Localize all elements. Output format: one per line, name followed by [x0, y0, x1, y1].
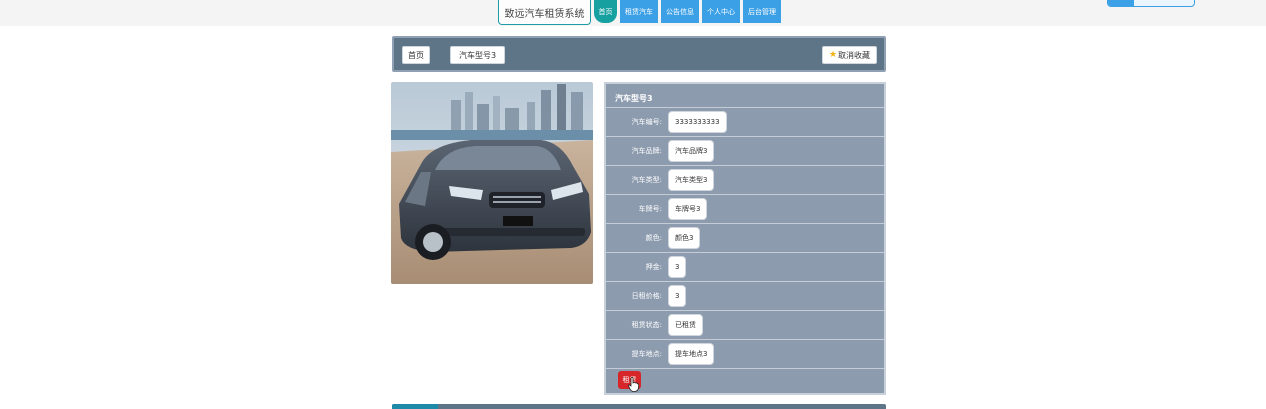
field-label: 颜色: — [645, 234, 662, 242]
action-row — [606, 368, 884, 393]
field-value: 车牌号3 — [668, 198, 708, 220]
unfavorite-button[interactable]: ★ 取消收藏 — [822, 46, 877, 64]
field-value: 汽车类型3 — [668, 169, 715, 191]
unfavorite-label: 取消收藏 — [838, 50, 871, 60]
nav-item-personal-center[interactable]: 个人中心 — [702, 0, 740, 23]
field-row-brand: 汽车品牌: 汽车品牌3 — [606, 136, 884, 165]
star-icon: ★ — [828, 50, 838, 60]
top-navbar: 致远汽车租赁系统 首页 租赁汽车 公告信息 个人中心 后台管理 — [0, 0, 1266, 26]
nav-item-rent-car[interactable]: 租赁汽车 — [620, 0, 658, 23]
field-row-plate: 车牌号: 车牌号3 — [606, 194, 884, 223]
field-label: 租赁状态: — [631, 321, 662, 329]
field-value: 已租赁 — [668, 314, 703, 336]
hand-pointer-icon — [628, 377, 639, 392]
field-label: 提车地点: — [631, 350, 662, 358]
nav-item-admin[interactable]: 后台管理 — [743, 0, 781, 23]
field-value: 提车地点3 — [668, 343, 715, 365]
bottom-tab-bar — [392, 404, 886, 409]
nav-item-announcements[interactable]: 公告信息 — [661, 0, 699, 23]
field-row-daily-price: 日租价格: 3 — [606, 281, 884, 310]
site-title[interactable]: 致远汽车租赁系统 — [498, 0, 591, 25]
field-label: 押金: — [645, 263, 662, 271]
field-row-type: 汽车类型: 汽车类型3 — [606, 165, 884, 194]
field-row-car-number: 汽车编号: 3333333333 — [606, 107, 884, 136]
breadcrumb: 首页 汽车型号3 ★ 取消收藏 — [392, 36, 886, 72]
login-badge — [1108, 0, 1134, 6]
breadcrumb-current: 汽车型号3 — [450, 46, 505, 64]
breadcrumb-home[interactable]: 首页 — [402, 46, 430, 64]
car-model-title: 汽车型号3 — [615, 94, 653, 103]
field-value: 颜色3 — [668, 227, 701, 249]
field-row-pickup-location: 提车地点: 提车地点3 — [606, 339, 884, 368]
nav-item-home[interactable]: 首页 — [594, 0, 617, 23]
field-row-deposit: 押金: 3 — [606, 252, 884, 281]
field-label: 汽车类型: — [631, 176, 662, 184]
bottom-tab-active[interactable] — [392, 404, 438, 409]
field-label: 车牌号: — [638, 205, 662, 213]
field-value: 汽车品牌3 — [668, 140, 715, 162]
field-label: 汽车编号: — [631, 118, 662, 126]
field-row-color: 颜色: 颜色3 — [606, 223, 884, 252]
field-row-rental-status: 租赁状态: 已租赁 — [606, 310, 884, 339]
field-value: 3 — [668, 285, 687, 307]
login-button[interactable] — [1107, 0, 1195, 7]
car-detail-panel: 汽车型号3 汽车编号: 3333333333 汽车品牌: 汽车品牌3 汽车类型:… — [604, 82, 886, 395]
field-label: 汽车品牌: — [631, 147, 662, 155]
field-value: 3 — [668, 256, 687, 278]
field-label: 日租价格: — [631, 292, 662, 300]
field-value: 3333333333 — [668, 111, 727, 133]
car-photo — [391, 82, 593, 284]
